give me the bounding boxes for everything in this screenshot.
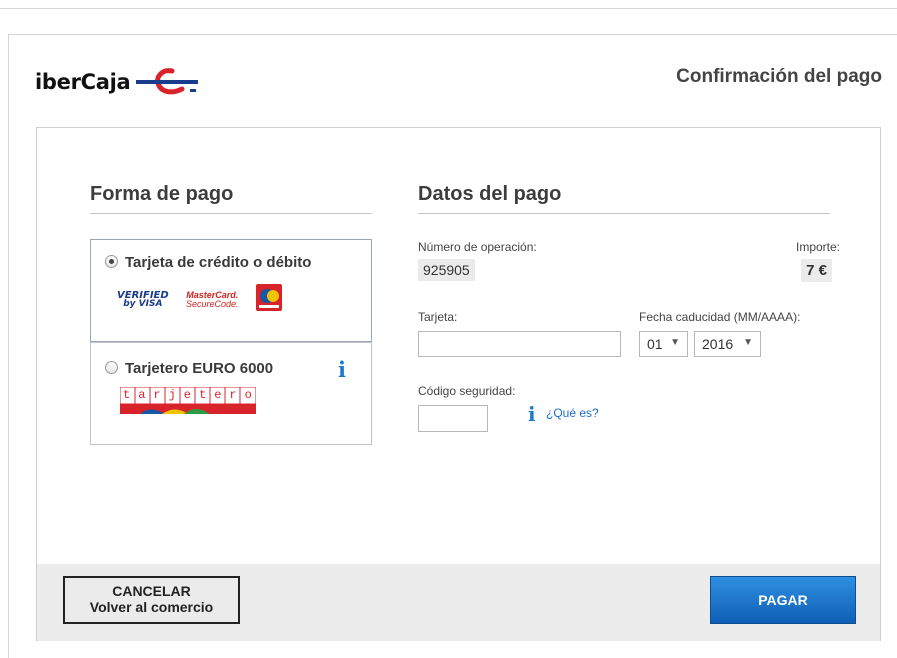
footer-bar: CANCELAR Volver al comercio PAGAR bbox=[37, 564, 880, 641]
securecode-text: SecureCode. bbox=[186, 299, 239, 309]
security-code-input[interactable] bbox=[418, 405, 488, 432]
card-number-input[interactable] bbox=[418, 331, 621, 357]
ibercaja-logo-icon bbox=[136, 68, 199, 95]
page-title: Confirmación del pago bbox=[676, 66, 882, 87]
whats-this-link[interactable]: ¿Qué es? bbox=[546, 406, 599, 420]
ibercaja-logo: iberCaja bbox=[35, 62, 202, 102]
radio-card-credit[interactable] bbox=[105, 255, 118, 268]
chevron-down-icon: ▼ bbox=[670, 337, 680, 348]
cancel-button-line2: Volver al comercio bbox=[89, 599, 214, 615]
tarjetero-logo: tarjetero bbox=[119, 386, 257, 415]
euro6000-logo bbox=[256, 284, 282, 311]
frame-top-border bbox=[8, 34, 897, 35]
tarjetero-logo-text: tarjetero bbox=[123, 388, 260, 402]
frame-left-border bbox=[8, 34, 9, 658]
operation-number-label: Número de operación: bbox=[418, 240, 537, 254]
payment-method-title: Forma de pago bbox=[90, 183, 234, 205]
expiry-month-value: 01 bbox=[647, 336, 663, 352]
payment-option-tarjetero[interactable]: Tarjetero EURO 6000 i tarjetero bbox=[90, 342, 372, 445]
payment-option-card-label: Tarjeta de crédito o débito bbox=[125, 254, 312, 271]
payment-data-divider bbox=[418, 213, 830, 214]
logo-text: iberCaja bbox=[35, 70, 131, 94]
payment-option-tarjetero-label: Tarjetero EURO 6000 bbox=[125, 360, 274, 377]
pay-button[interactable]: PAGAR bbox=[710, 576, 856, 624]
payment-method-divider bbox=[90, 213, 372, 214]
expiry-year-select[interactable]: 2016 ▼ bbox=[694, 331, 761, 357]
payment-card: Forma de pago Tarjeta de crédito o débit… bbox=[36, 127, 881, 641]
chevron-down-icon: ▼ bbox=[743, 337, 753, 348]
amount-label: Importe: bbox=[795, 240, 840, 254]
expiry-month-select[interactable]: 01 ▼ bbox=[639, 331, 688, 357]
expiry-label: Fecha caducidad (MM/AAAA): bbox=[639, 310, 801, 324]
cancel-button-line1: CANCELAR bbox=[112, 583, 191, 599]
verified-by-visa-logo: VERIFIED by VISA bbox=[117, 291, 169, 309]
amount-value: 7 € bbox=[801, 259, 832, 282]
cancel-button[interactable]: CANCELAR Volver al comercio bbox=[63, 576, 240, 624]
info-icon[interactable]: i bbox=[528, 402, 536, 426]
security-code-label: Código seguridad: bbox=[418, 384, 516, 398]
operation-number-value: 925905 bbox=[418, 259, 475, 281]
info-icon[interactable]: i bbox=[338, 357, 346, 382]
euro6000-mark-icon bbox=[259, 289, 279, 308]
card-label: Tarjeta: bbox=[418, 310, 458, 324]
mastercard-securecode-logo: MasterCard. SecureCode. bbox=[186, 291, 239, 309]
payment-data-title: Datos del pago bbox=[418, 183, 562, 205]
by-visa-text: by VISA bbox=[123, 299, 163, 309]
top-divider bbox=[0, 8, 897, 9]
expiry-year-value: 2016 bbox=[702, 336, 734, 352]
payment-option-card[interactable]: Tarjeta de crédito o débito VERIFIED by … bbox=[90, 239, 372, 342]
radio-tarjetero[interactable] bbox=[105, 361, 118, 374]
